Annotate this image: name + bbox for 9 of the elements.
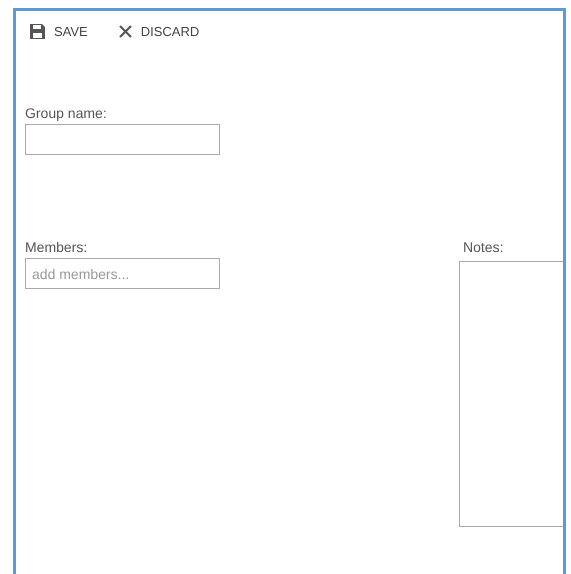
- input-field[interactable]: add members...: [25, 258, 220, 289]
- field-label: Notes:: [462, 239, 504, 256]
- field-label: Group name:: [25, 105, 108, 122]
- close-icon: [118, 25, 132, 38]
- discard-button[interactable]: DISCARD: [118, 24, 200, 39]
- save-button[interactable]: SAVE: [30, 24, 88, 39]
- input-field[interactable]: [25, 124, 220, 155]
- save-icon: [30, 24, 45, 39]
- field-label: Members:: [25, 239, 88, 256]
